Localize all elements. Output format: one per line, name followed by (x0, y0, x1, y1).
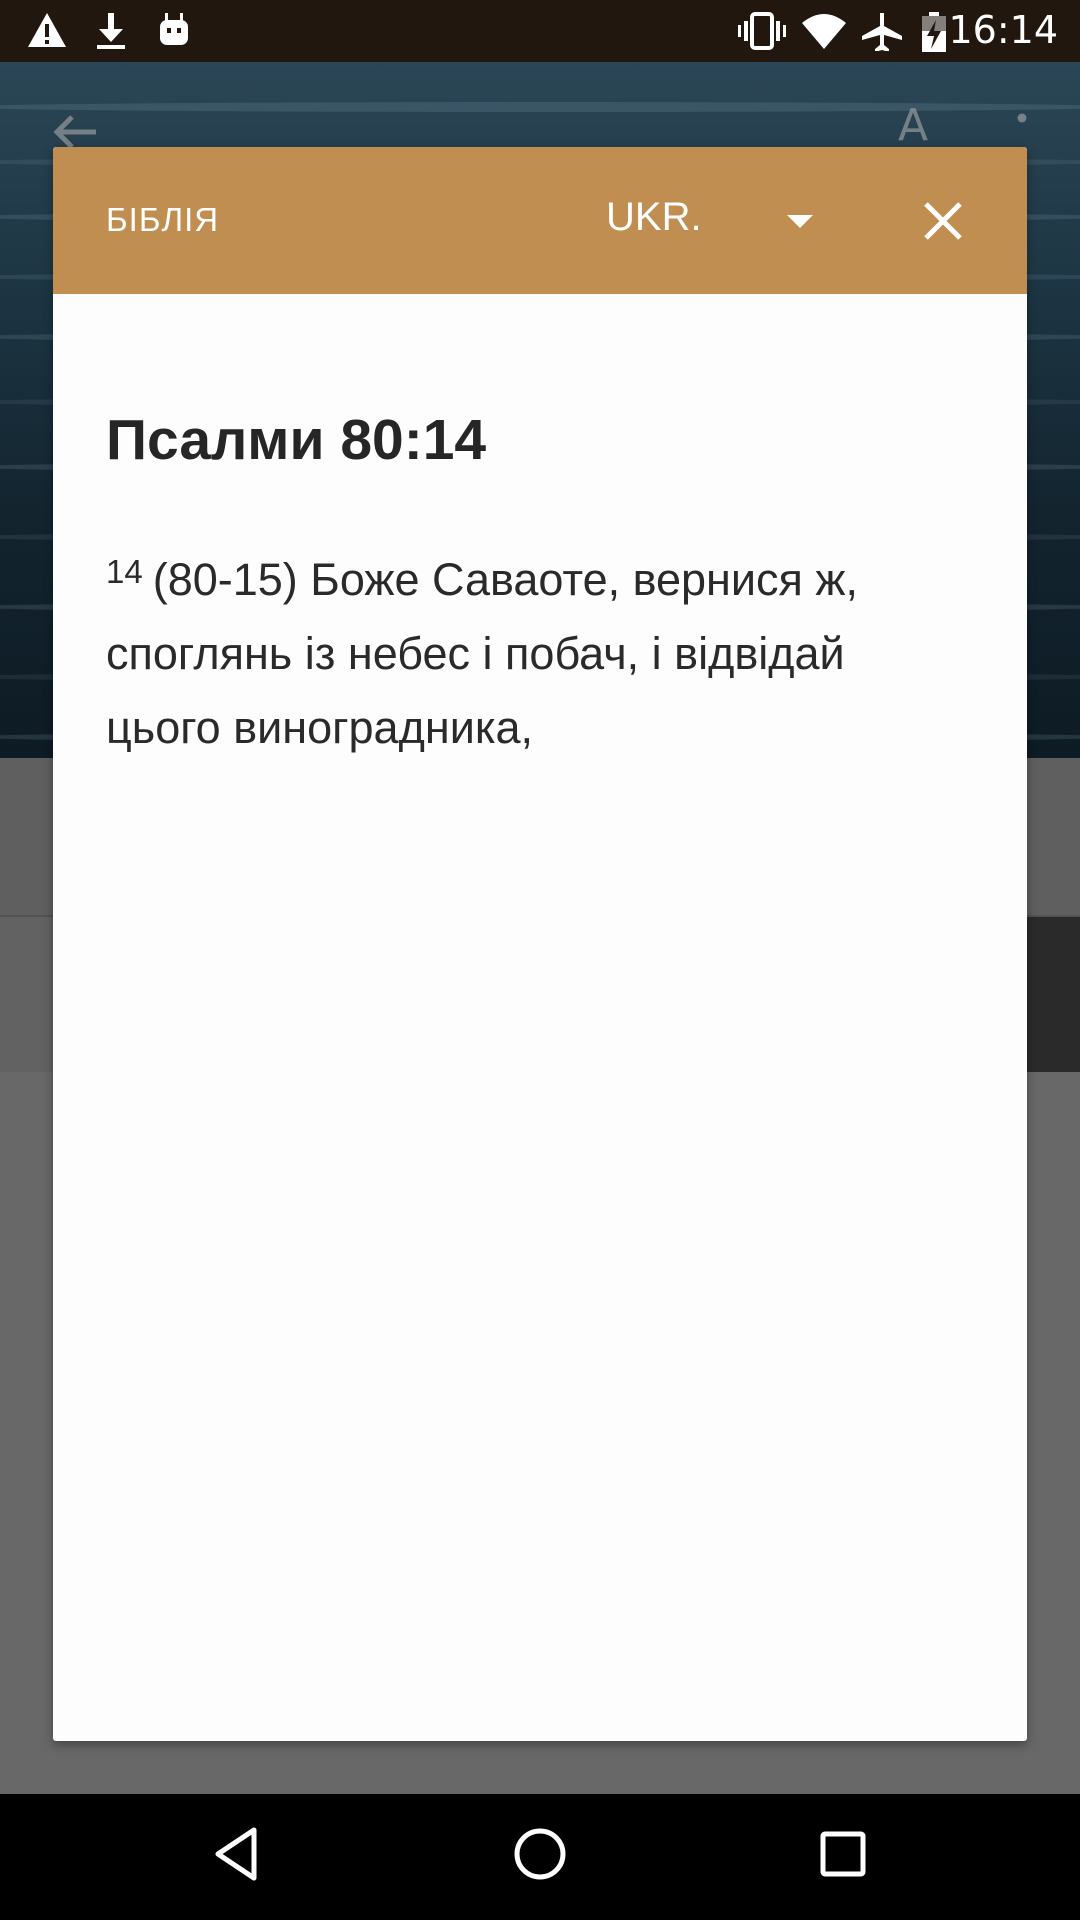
clock: 16:14 (948, 8, 1058, 52)
battery-charging-icon (920, 11, 948, 57)
language-select[interactable]: UKR. (606, 195, 702, 240)
download-icon (94, 11, 128, 55)
close-icon[interactable] (923, 201, 963, 245)
wifi-icon (800, 11, 848, 55)
background-dark-panel (1027, 917, 1080, 1072)
status-bar: 16:14 (0, 0, 1080, 62)
recents-nav-icon[interactable] (818, 1824, 868, 1888)
verse-dialog: БІБЛІЯ UKR. Псалми 80:14 14 (80-15) Боже … (53, 147, 1027, 1741)
verse-number: 14 (106, 553, 143, 590)
dialog-title: БІБЛІЯ (106, 201, 220, 238)
font-size-button[interactable]: A (898, 100, 928, 151)
dropdown-caret-icon[interactable] (785, 213, 815, 233)
vibrate-icon (738, 11, 786, 55)
warning-icon (26, 11, 68, 53)
verse-text-block: 14 (80-15) Боже Саваоте, вернися ж, спогл… (106, 543, 966, 765)
verse-text: (80-15) Боже Саваоте, вернися ж, споглян… (106, 554, 859, 753)
navigation-bar (0, 1794, 1080, 1920)
dialog-header: БІБЛІЯ UKR. (53, 147, 1027, 294)
android-icon (156, 11, 192, 53)
home-nav-icon[interactable] (510, 1824, 570, 1888)
verse-reference: Псалми 80:14 (106, 408, 487, 472)
back-nav-icon[interactable] (210, 1824, 260, 1888)
airplane-mode-icon (860, 11, 904, 55)
